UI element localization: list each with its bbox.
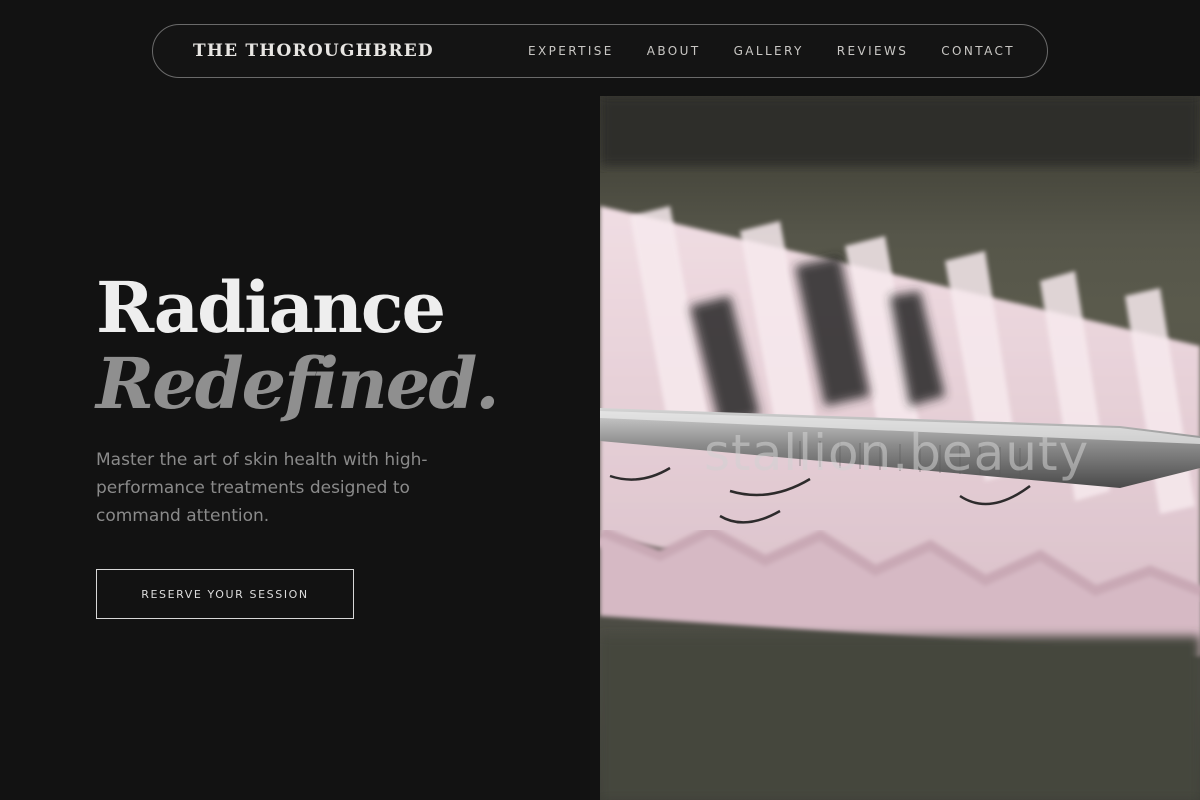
top-nav: THE THOROUGHBRED EXPERTISE ABOUT GALLERY…: [152, 24, 1048, 78]
nav-link-gallery[interactable]: GALLERY: [734, 44, 804, 58]
nav-link-about[interactable]: ABOUT: [647, 44, 701, 58]
hero-title-line2: Redefined.: [96, 342, 500, 425]
hero-image: stallion.beauty: [600, 96, 1200, 800]
page: THE THOROUGHBRED EXPERTISE ABOUT GALLERY…: [0, 0, 1200, 800]
hero-title: Radiance Redefined.: [96, 270, 556, 422]
nav-link-reviews[interactable]: REVIEWS: [837, 44, 909, 58]
hero-section: Radiance Redefined. Master the art of sk…: [96, 270, 556, 530]
nav-links: EXPERTISE ABOUT GALLERY REVIEWS CONTACT: [528, 44, 1015, 58]
hero-subtitle: Master the art of skin health with high-…: [96, 450, 428, 526]
reserve-session-button[interactable]: RESERVE YOUR SESSION: [96, 569, 354, 619]
nav-link-contact[interactable]: CONTACT: [941, 44, 1015, 58]
nav-link-expertise[interactable]: EXPERTISE: [528, 44, 614, 58]
hero-title-line1: Radiance: [96, 266, 446, 349]
lash-tray-illustration: [600, 96, 1200, 800]
brand-logo[interactable]: THE THOROUGHBRED: [193, 41, 434, 61]
